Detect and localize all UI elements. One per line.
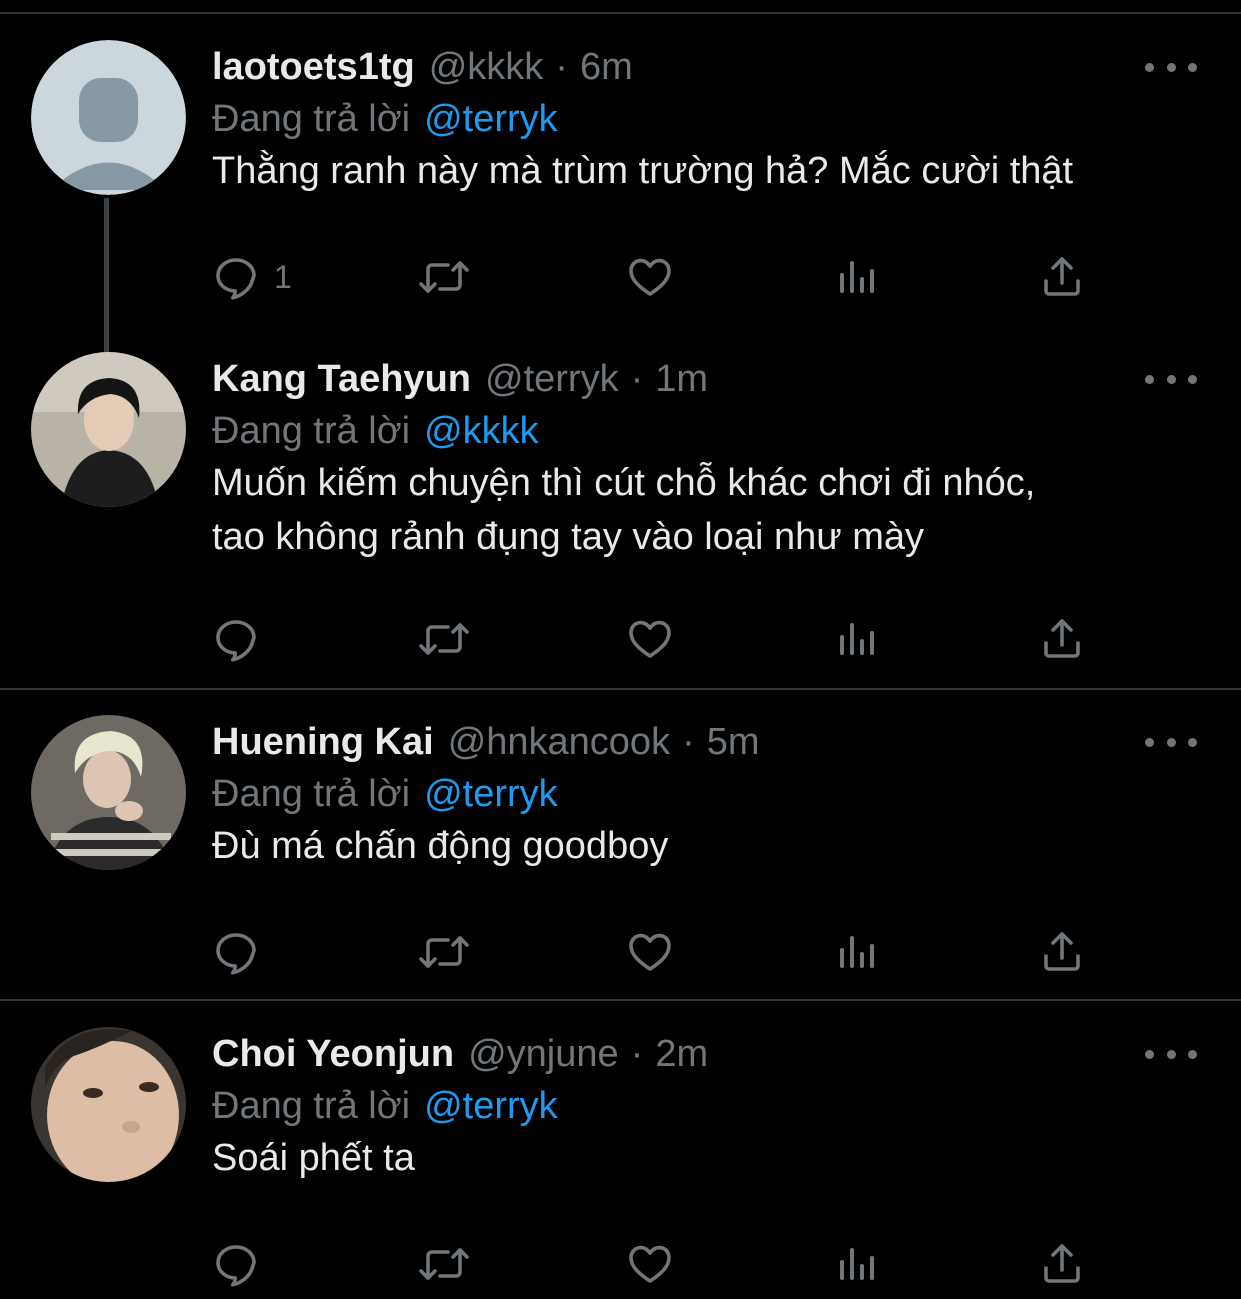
replying-to-label: Đang trả lời [212, 97, 411, 140]
views-button[interactable] [834, 1239, 882, 1289]
separator-dot: · [682, 720, 695, 763]
display-name[interactable]: Choi Yeonjun [212, 1033, 454, 1076]
replying-to: Đang trả lời @terryk [212, 92, 558, 146]
share-icon [1038, 253, 1086, 301]
like-icon [626, 928, 674, 976]
avatar[interactable] [31, 352, 186, 507]
tweet-header: Choi Yeonjun @ynjune · 2m [212, 1027, 708, 1081]
more-options-icon[interactable] [1145, 729, 1197, 755]
retweet-button[interactable] [416, 927, 472, 977]
replying-to-mention[interactable]: @kkkk [424, 410, 539, 453]
like-button[interactable] [626, 614, 674, 664]
tweet-text: Muốn kiếm chuyện thì cút chỗ khác chơi đ… [212, 462, 1036, 558]
tweet-text: Thằng ranh này mà trùm trường hả? Mắc cư… [212, 150, 1074, 192]
retweet-icon [416, 615, 472, 663]
reply-icon [212, 615, 260, 663]
share-button[interactable] [1038, 1239, 1086, 1289]
views-button[interactable] [834, 614, 882, 664]
action-bar [212, 614, 1092, 664]
retweet-button[interactable] [416, 614, 472, 664]
views-button[interactable] [834, 252, 882, 302]
display-name[interactable]: Kang Taehyun [212, 358, 471, 401]
tweet-header: laotoets1tg @kkkk · 6m [212, 40, 633, 94]
retweet-icon [416, 1240, 472, 1288]
replying-to-mention[interactable]: @terryk [424, 98, 558, 141]
timestamp[interactable]: 2m [655, 1033, 708, 1076]
user-handle[interactable]: @kkkk [429, 46, 544, 89]
share-icon [1038, 615, 1086, 663]
replying-to: Đang trả lời @terryk [212, 767, 558, 821]
separator-dot: · [630, 357, 644, 400]
tweet-text: Soái phết ta [212, 1137, 415, 1179]
avatar[interactable] [31, 1027, 186, 1182]
retweet-icon [416, 253, 472, 301]
like-button[interactable] [626, 252, 674, 302]
like-button[interactable] [626, 1239, 674, 1289]
replying-to: Đang trả lời @terryk [212, 1079, 558, 1133]
views-button[interactable] [834, 927, 882, 977]
timestamp[interactable]: 5m [707, 721, 760, 764]
action-bar: 1 [212, 252, 1092, 302]
more-options-icon[interactable] [1145, 54, 1197, 80]
reply-icon [212, 928, 260, 976]
views-icon [834, 1240, 882, 1288]
replying-to: Đang trả lời @kkkk [212, 404, 539, 458]
tweet-text: Đù má chấn động goodboy [212, 825, 669, 867]
reply-button[interactable] [212, 1239, 274, 1289]
replying-to-label: Đang trả lời [212, 409, 411, 452]
tweet-header: Kang Taehyun @terryk · 1m [212, 352, 708, 406]
separator-dot: · [555, 45, 568, 88]
tweet-header: Huening Kai @hnkancook · 5m [212, 715, 760, 769]
like-icon [626, 253, 674, 301]
reply-button[interactable]: 1 [212, 252, 292, 302]
share-icon [1038, 1240, 1086, 1288]
retweet-icon [416, 928, 472, 976]
reply-icon [212, 1240, 260, 1288]
action-bar [212, 927, 1092, 977]
more-options-icon[interactable] [1145, 1041, 1197, 1067]
action-bar [212, 1239, 1092, 1289]
user-handle[interactable]: @hnkancook [448, 721, 670, 764]
replying-to-label: Đang trả lời [212, 772, 411, 815]
thread-connector-line [104, 198, 109, 352]
tweet-divider [0, 999, 1241, 1001]
views-icon [834, 253, 882, 301]
share-icon [1038, 928, 1086, 976]
share-button[interactable] [1038, 614, 1086, 664]
share-button[interactable] [1038, 252, 1086, 302]
separator-dot: · [630, 1032, 644, 1075]
views-icon [834, 615, 882, 663]
replying-to-mention[interactable]: @terryk [424, 773, 558, 816]
reply-button[interactable] [212, 614, 274, 664]
avatar[interactable] [31, 715, 186, 870]
replying-to-mention[interactable]: @terryk [424, 1085, 558, 1128]
timestamp[interactable]: 1m [655, 358, 708, 401]
more-options-icon[interactable] [1145, 366, 1197, 392]
replying-to-label: Đang trả lời [212, 1084, 411, 1127]
share-button[interactable] [1038, 927, 1086, 977]
display-name[interactable]: Huening Kai [212, 721, 434, 764]
reply-button[interactable] [212, 927, 274, 977]
like-icon [626, 615, 674, 663]
views-icon [834, 928, 882, 976]
like-button[interactable] [626, 927, 674, 977]
user-handle[interactable]: @ynjune [468, 1033, 619, 1076]
retweet-button[interactable] [416, 1239, 472, 1289]
reply-count: 1 [274, 258, 292, 295]
avatar[interactable] [31, 40, 186, 195]
tweet-divider [0, 688, 1241, 690]
top-divider [0, 12, 1241, 14]
reply-icon [212, 253, 260, 301]
retweet-button[interactable] [416, 252, 472, 302]
timestamp[interactable]: 6m [580, 46, 633, 89]
display-name[interactable]: laotoets1tg [212, 46, 415, 89]
user-handle[interactable]: @terryk [485, 358, 619, 401]
like-icon [626, 1240, 674, 1288]
